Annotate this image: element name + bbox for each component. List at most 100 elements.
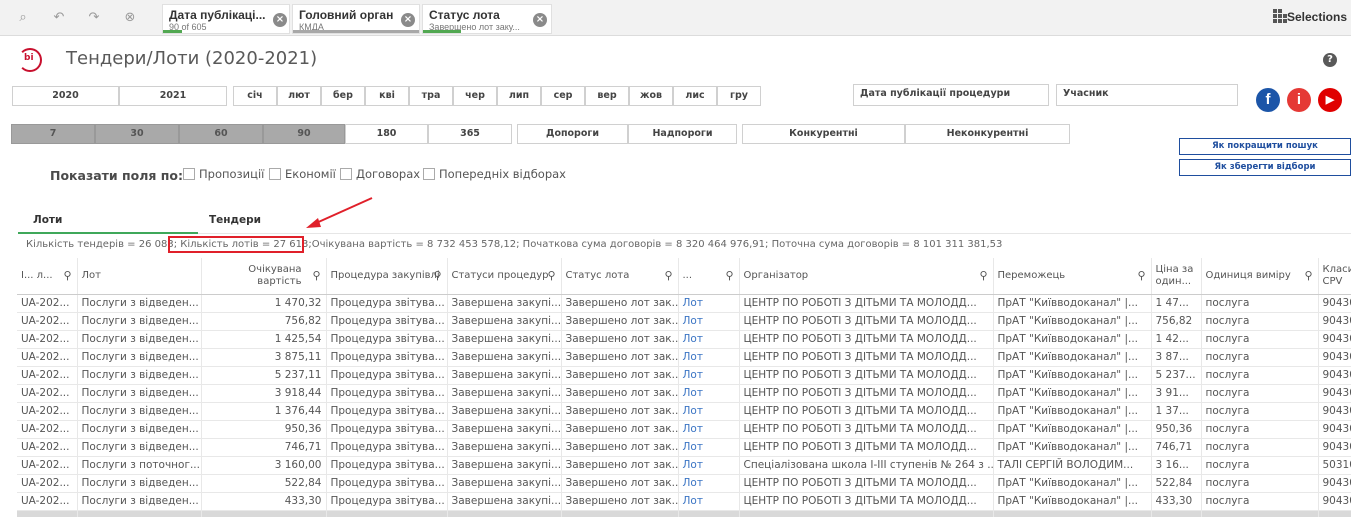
lot-link[interactable]: Лот: [678, 420, 740, 439]
step-back-icon[interactable]: ↶: [50, 10, 68, 26]
lot-link[interactable]: Лот: [678, 348, 740, 367]
column-header[interactable]: Переможець ⚲: [993, 258, 1152, 295]
publication-date-field[interactable]: Дата публікації процедури: [853, 84, 1049, 106]
filter-days-7[interactable]: 7: [11, 124, 95, 144]
checkbox-icon[interactable]: [340, 168, 352, 180]
column-header[interactable]: I... л... ⚲: [17, 258, 78, 295]
search-icon[interactable]: ⚲: [979, 270, 987, 282]
clear-all-icon[interactable]: ⊗: [121, 10, 139, 26]
search-icon[interactable]: ⚲: [312, 270, 320, 282]
filter-below-threshold[interactable]: Допороги: [517, 124, 628, 144]
filter-month[interactable]: січ: [233, 86, 277, 106]
column-header[interactable]: Класиф CPV: [1318, 258, 1351, 295]
search-icon[interactable]: ⚲: [547, 270, 555, 282]
lot-link[interactable]: Лот: [678, 456, 740, 475]
filter-year-2020[interactable]: 2020: [12, 86, 119, 106]
close-icon[interactable]: ×: [273, 13, 287, 27]
filter-days-60[interactable]: 60: [179, 124, 263, 144]
table-row[interactable]: UA-202... Послуги з відведен... 1 425,54 Пр…: [17, 330, 1351, 349]
table-row[interactable]: UA-202... Послуги з відведен... 3 875,11 Пр…: [17, 348, 1351, 367]
table-row[interactable]: UA-202... Послуги з відведен... 3 918,44 Пр…: [17, 384, 1351, 403]
step-forward-icon[interactable]: ↷: [85, 10, 103, 26]
lot-link[interactable]: Лот: [678, 402, 740, 421]
participant-field[interactable]: Учасник: [1056, 84, 1238, 106]
facebook-icon[interactable]: f: [1256, 88, 1280, 112]
close-icon[interactable]: ×: [401, 13, 415, 27]
table-row[interactable]: UA-202... Послуги з відведен... 756,82 Проц…: [17, 312, 1351, 331]
column-header[interactable]: Процедура закупівлі ⚲: [326, 258, 448, 295]
save-filters-button[interactable]: Як зберегти відбори: [1179, 159, 1351, 176]
lot-link[interactable]: Лот: [678, 492, 740, 511]
search-icon[interactable]: ⚲: [1304, 270, 1312, 282]
filter-month[interactable]: лют: [277, 86, 321, 106]
filter-month[interactable]: гру: [717, 86, 761, 106]
filter-month[interactable]: бер: [321, 86, 365, 106]
table-row[interactable]: UA-202... Послуги з відведен... 433,30 Проц…: [17, 492, 1351, 511]
checkbox-savings[interactable]: Економії: [269, 167, 336, 181]
search-icon[interactable]: ⚲: [664, 270, 672, 282]
filter-month[interactable]: вер: [585, 86, 629, 106]
table-row[interactable]: UA-202... Послуги з відведен... 522,84 Проц…: [17, 474, 1351, 493]
filter-month[interactable]: лис: [673, 86, 717, 106]
filter-days-90[interactable]: 90: [263, 124, 345, 144]
column-header[interactable]: Одиниця виміру ⚲: [1201, 258, 1319, 295]
column-header[interactable]: ... ⚲: [678, 258, 740, 295]
filter-month[interactable]: чер: [453, 86, 497, 106]
lot-link[interactable]: Лот: [678, 312, 740, 331]
table-row[interactable]: UA-202... Послуги з відведен... 1 376,44 Пр…: [17, 402, 1351, 421]
column-header[interactable]: Лот: [77, 258, 202, 295]
filter-month[interactable]: тра: [409, 86, 453, 106]
table-row[interactable]: UA-202... Послуги з відведен... 5 237,11 Пр…: [17, 366, 1351, 385]
column-header[interactable]: Статуси процедур ⚲: [447, 258, 562, 295]
lot-link[interactable]: Лот: [678, 474, 740, 493]
filter-month[interactable]: кві: [365, 86, 409, 106]
lot-link[interactable]: Лот: [678, 366, 740, 385]
filter-year-2021[interactable]: 2021: [119, 86, 227, 106]
lot-link[interactable]: Лот: [678, 330, 740, 349]
selection-chip-lot-status[interactable]: Статус лота Завершено лот заку... ×: [422, 4, 552, 34]
help-icon[interactable]: ?: [1323, 53, 1337, 67]
checkbox-icon[interactable]: [183, 168, 195, 180]
selections-button[interactable]: Selections: [1287, 10, 1347, 24]
search-icon[interactable]: ⚲: [433, 270, 441, 282]
selections-grid-icon[interactable]: [1273, 9, 1287, 23]
column-header[interactable]: Ціна за один...: [1151, 258, 1202, 295]
improve-search-button[interactable]: Як покращити пошук: [1179, 138, 1351, 155]
smart-search-icon[interactable]: ⌕: [14, 10, 32, 26]
filter-noncompetitive[interactable]: Неконкурентні: [905, 124, 1070, 144]
selection-chip-publication-date[interactable]: Дата публікаці... 90 of 605 ×: [162, 4, 290, 34]
checkbox-proposals[interactable]: Пропозиції: [183, 167, 264, 181]
filter-month[interactable]: сер: [541, 86, 585, 106]
column-header[interactable]: Статус лота ⚲: [561, 258, 679, 295]
filter-days-180[interactable]: 180: [345, 124, 428, 144]
lot-link[interactable]: Лот: [678, 294, 740, 313]
youtube-icon[interactable]: ▶: [1318, 88, 1342, 112]
filter-above-threshold[interactable]: Надпороги: [628, 124, 737, 144]
filter-competitive[interactable]: Конкурентні: [742, 124, 905, 144]
lot-link[interactable]: Лот: [678, 438, 740, 457]
tab-tenders[interactable]: Тендери: [209, 214, 261, 226]
table-row[interactable]: UA-202... Послуги з відведен... 746,71 Проц…: [17, 438, 1351, 457]
lot-link[interactable]: Лот: [678, 384, 740, 403]
tab-lots[interactable]: Лоти: [33, 214, 62, 226]
selections-bar: ⌕ ↶ ↷ ⊗ Дата публікаці... 90 of 605 × Го…: [0, 0, 1351, 36]
table-row[interactable]: UA-202... Послуги з поточног... 3 160,00 Пр…: [17, 456, 1351, 475]
filter-days-30[interactable]: 30: [95, 124, 179, 144]
filter-month[interactable]: жов: [629, 86, 673, 106]
column-header[interactable]: Очікувана вартість ⚲: [201, 258, 327, 295]
column-header[interactable]: Організатор ⚲: [739, 258, 994, 295]
checkbox-preselections[interactable]: Попередніх відборах: [423, 167, 566, 181]
table-row[interactable]: UA-202... Послуги з відведен... 950,36 Проц…: [17, 420, 1351, 439]
checkbox-contracts[interactable]: Договорах: [340, 167, 420, 181]
search-icon[interactable]: ⚲: [725, 270, 733, 282]
filter-days-365[interactable]: 365: [428, 124, 512, 144]
table-row[interactable]: UA-202... Послуги з відведен... 1 470,32 Пр…: [17, 294, 1351, 313]
info-icon[interactable]: i: [1287, 88, 1311, 112]
selection-chip-main-body[interactable]: Головний орган КМДА ×: [292, 4, 420, 34]
checkbox-icon[interactable]: [269, 168, 281, 180]
close-icon[interactable]: ×: [533, 13, 547, 27]
checkbox-icon[interactable]: [423, 168, 435, 180]
search-icon[interactable]: ⚲: [1137, 270, 1145, 282]
search-icon[interactable]: ⚲: [63, 270, 71, 282]
filter-month[interactable]: лип: [497, 86, 541, 106]
